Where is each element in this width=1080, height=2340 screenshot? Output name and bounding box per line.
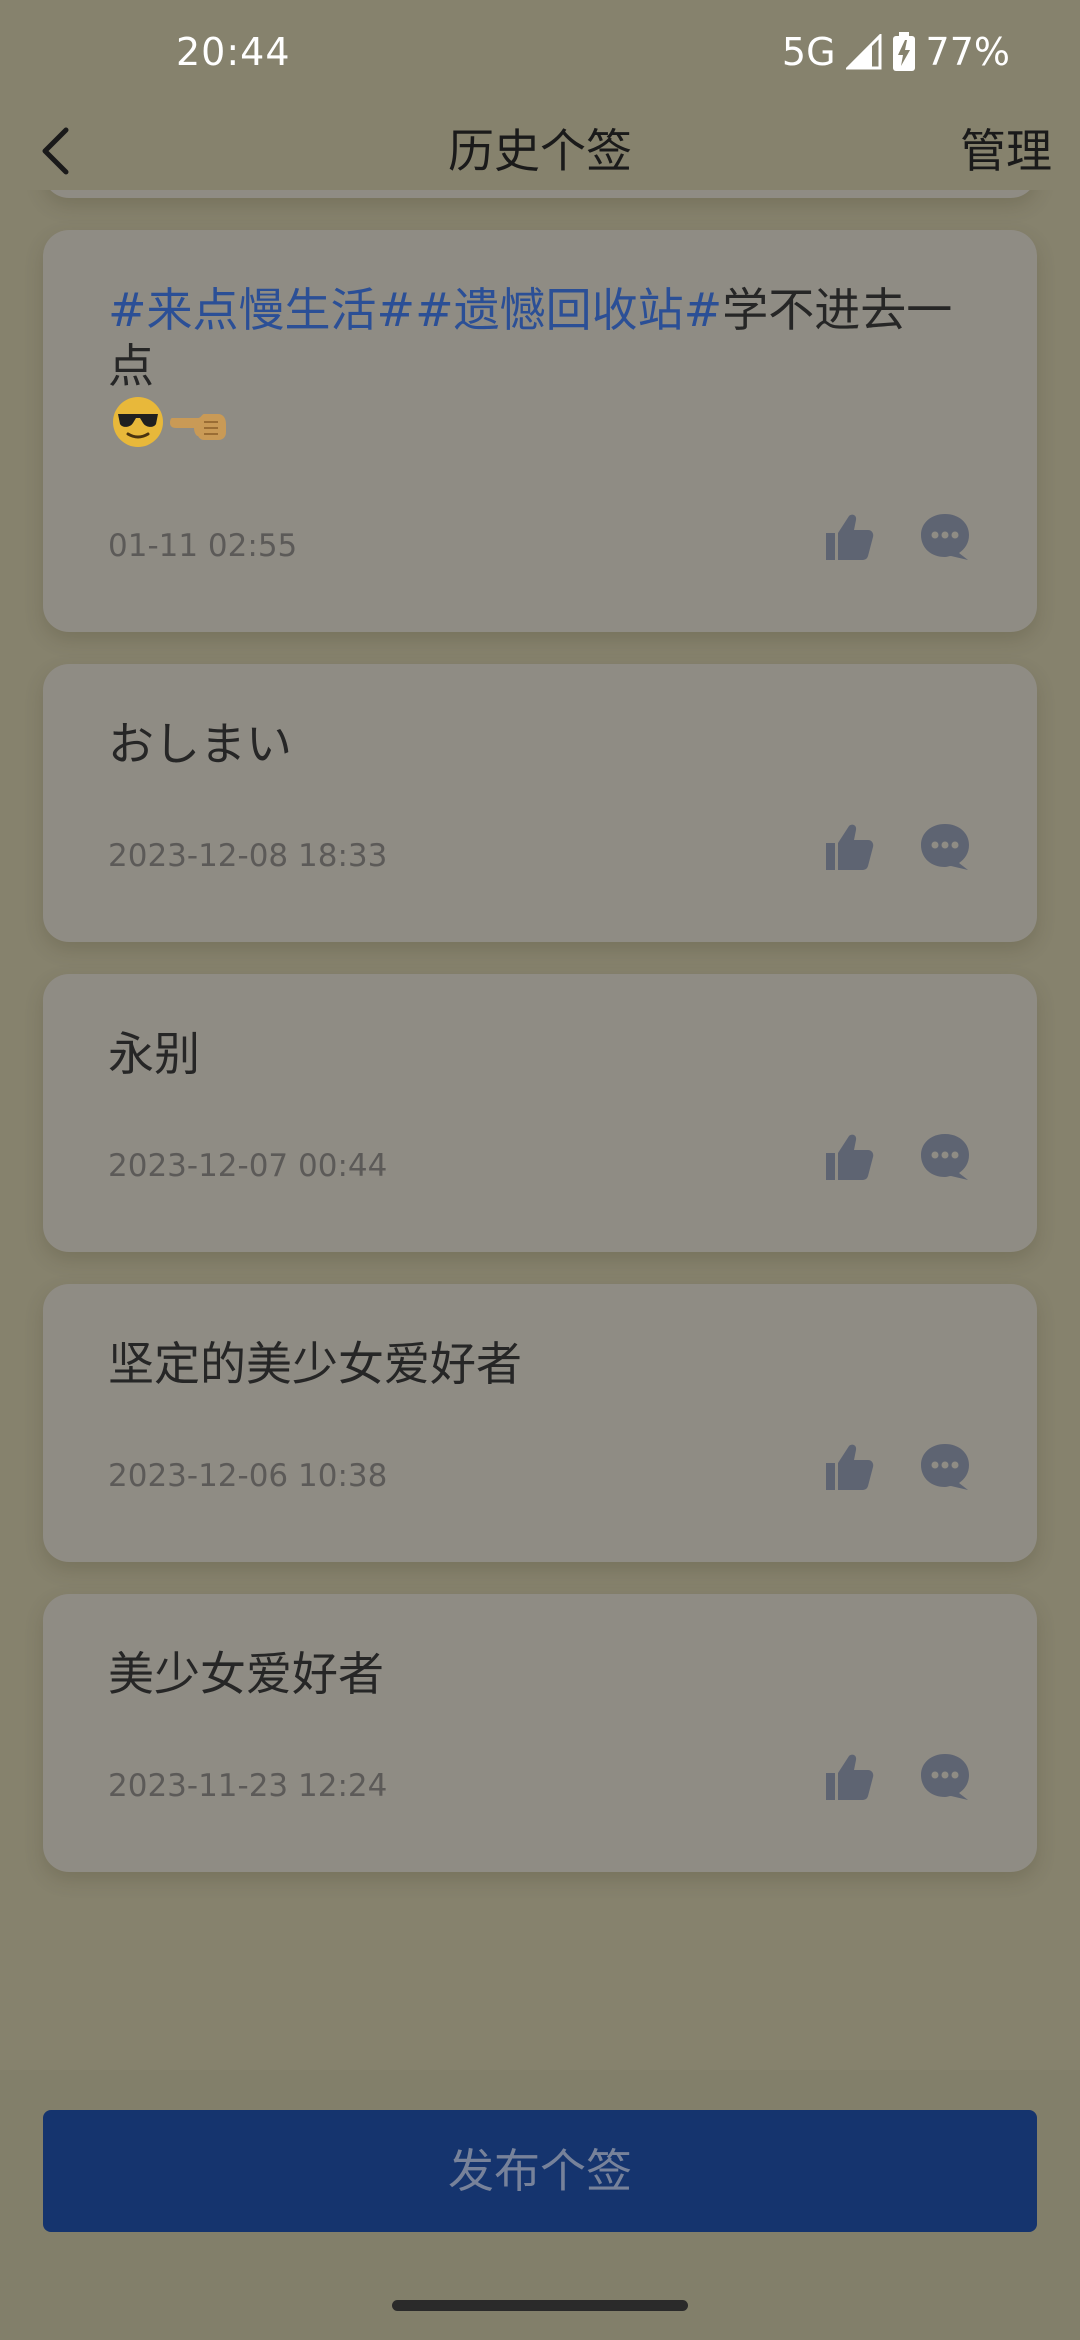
nav-bar: 历史个签 管理 xyxy=(0,112,1080,190)
thumbs-up-icon[interactable] xyxy=(822,1440,876,1494)
signature-body: 美少女爱好者 xyxy=(108,1647,384,1701)
signal-icon xyxy=(845,34,882,70)
topic-tag[interactable]: #来点慢生活# xyxy=(108,283,415,337)
card-footer: 2023-12-08 18:33 xyxy=(108,824,972,884)
card-footer: 01-11 02:55 xyxy=(108,514,972,574)
thumbs-up-icon[interactable] xyxy=(822,1130,876,1184)
pointing-left-hand-emoji xyxy=(168,400,228,456)
signature-list[interactable]: 放过自己05-09 17:23 #来点慢生活##遗憾回收站#学不进去一点 01-11… xyxy=(0,190,1080,2070)
signature-card[interactable]: 放过自己05-09 17:23 xyxy=(43,190,1037,198)
signature-body: おしまい xyxy=(108,717,292,771)
comment-bubble-icon[interactable] xyxy=(918,820,972,874)
battery-percent: 77% xyxy=(925,30,1010,74)
comment-bubble-icon[interactable] xyxy=(918,510,972,564)
card-actions xyxy=(822,510,972,564)
page-title: 历史个签 xyxy=(448,124,632,178)
thumbs-up-icon[interactable] xyxy=(822,1750,876,1804)
post-date: 2023-12-07 00:44 xyxy=(108,1148,388,1184)
comment-bubble-icon[interactable] xyxy=(918,1130,972,1184)
post-date: 01-11 02:55 xyxy=(108,528,298,564)
card-footer: 2023-12-06 10:38 xyxy=(108,1444,972,1504)
card-actions xyxy=(822,1750,972,1804)
battery-charging-icon xyxy=(892,32,915,71)
home-indicator[interactable] xyxy=(392,2300,688,2311)
card-actions xyxy=(822,820,972,874)
signature-text: 永别 xyxy=(108,1026,972,1082)
publish-signature-button[interactable]: 发布个签 xyxy=(43,2110,1037,2232)
post-date: 2023-12-06 10:38 xyxy=(108,1458,388,1494)
signature-text: #来点慢生活##遗憾回收站#学不进去一点 xyxy=(108,282,972,462)
signature-card[interactable]: #来点慢生活##遗憾回收站#学不进去一点 01-11 02:55 xyxy=(43,230,1037,632)
card-actions xyxy=(822,1130,972,1184)
comment-bubble-icon[interactable] xyxy=(918,1440,972,1494)
card-footer: 2023-12-07 00:44 xyxy=(108,1134,972,1194)
signature-text: 美少女爱好者 xyxy=(108,1646,972,1702)
status-time: 20:44 xyxy=(176,30,291,74)
network-label: 5G xyxy=(781,30,836,74)
thumbs-up-icon[interactable] xyxy=(822,510,876,564)
status-bar: 20:44 5G 77% xyxy=(0,0,1080,112)
signature-card[interactable]: 坚定的美少女爱好者 2023-12-06 10:38 xyxy=(43,1284,1037,1562)
post-date: 2023-11-23 12:24 xyxy=(108,1768,388,1804)
card-footer: 2023-11-23 12:24 xyxy=(108,1754,972,1814)
signature-text: 坚定的美少女爱好者 xyxy=(108,1336,972,1392)
publish-area: 发布个签 xyxy=(0,2070,1080,2340)
signature-body: 坚定的美少女爱好者 xyxy=(108,1337,522,1391)
back-button[interactable] xyxy=(20,112,90,190)
comment-bubble-icon[interactable] xyxy=(918,1750,972,1804)
signature-list-content: 放过自己05-09 17:23 #来点慢生活##遗憾回收站#学不进去一点 01-11… xyxy=(0,190,1080,1904)
status-icons: 5G 77% xyxy=(782,30,1010,74)
post-date: 2023-12-08 18:33 xyxy=(108,838,388,874)
signature-card[interactable]: おしまい 2023-12-08 18:33 xyxy=(43,664,1037,942)
thumbs-up-icon[interactable] xyxy=(822,820,876,874)
sunglasses-face-emoji xyxy=(110,394,166,462)
signature-card[interactable]: 美少女爱好者 2023-11-23 12:24 xyxy=(43,1594,1037,1872)
manage-button[interactable]: 管理 xyxy=(960,112,1052,190)
topic-tag[interactable]: #遗憾回收站# xyxy=(415,283,722,337)
signature-card[interactable]: 永别 2023-12-07 00:44 xyxy=(43,974,1037,1252)
chevron-left-icon xyxy=(42,127,69,175)
signature-body: 永别 xyxy=(108,1027,200,1081)
card-actions xyxy=(822,1440,972,1494)
signature-text: おしまい xyxy=(108,716,972,772)
